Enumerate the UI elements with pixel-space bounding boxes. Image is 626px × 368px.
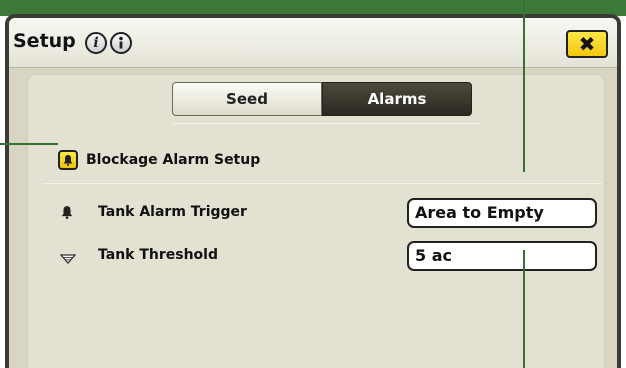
tank-alarm-trigger-label: Tank Alarm Trigger bbox=[98, 204, 247, 220]
setup-dialog: Setup i ✖ Seed Alarms Blockage Alarm Set… bbox=[5, 14, 621, 368]
tab-bar: Seed Alarms bbox=[172, 82, 472, 116]
screen: Setup i ✖ Seed Alarms Blockage Alarm Set… bbox=[0, 0, 626, 368]
tank-threshold-field[interactable]: 5 ac bbox=[407, 241, 597, 271]
tab-seed[interactable]: Seed bbox=[172, 82, 322, 116]
tab-alarms[interactable]: Alarms bbox=[322, 82, 472, 116]
tab-underline bbox=[172, 123, 480, 124]
callout-line-top bbox=[523, 0, 525, 172]
info-icon[interactable]: i bbox=[85, 32, 107, 54]
tank-alarm-trigger-field[interactable]: Area to Empty bbox=[407, 198, 597, 228]
bell-icon bbox=[60, 204, 74, 223]
section-title: Blockage Alarm Setup bbox=[86, 152, 261, 168]
bell-icon[interactable] bbox=[58, 150, 78, 170]
callout-line-left bbox=[0, 143, 58, 145]
section-divider bbox=[42, 183, 602, 184]
blockage-alarm-section-header: Blockage Alarm Setup bbox=[58, 149, 260, 171]
content-panel: Seed Alarms Blockage Alarm Setup Tank Al… bbox=[27, 74, 605, 368]
dialog-titlebar: Setup i ✖ bbox=[9, 18, 617, 68]
help-icon[interactable] bbox=[110, 32, 132, 54]
dialog-title: Setup bbox=[13, 30, 76, 52]
callout-line-bottom bbox=[523, 250, 525, 368]
close-button[interactable]: ✖ bbox=[566, 30, 608, 58]
gauge-icon bbox=[59, 249, 77, 268]
tank-threshold-label: Tank Threshold bbox=[98, 247, 218, 263]
